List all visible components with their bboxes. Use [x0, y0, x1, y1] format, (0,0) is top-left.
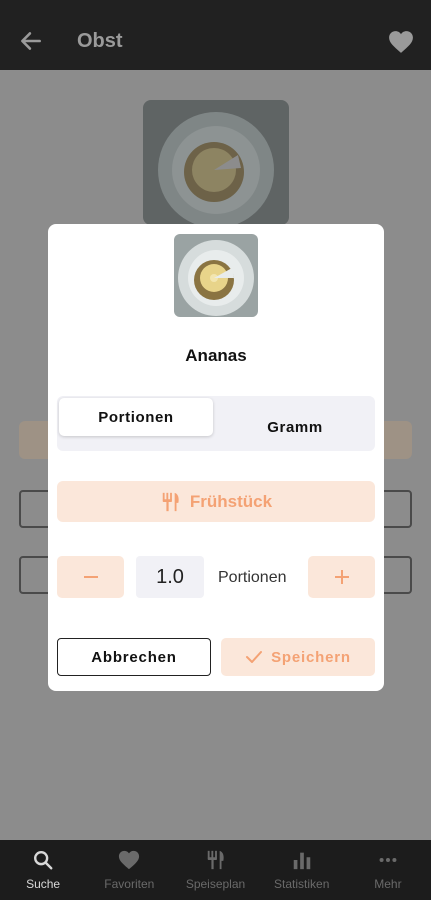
- page-title: Obst: [77, 30, 123, 52]
- unit-segmented-control: Portionen Gramm: [57, 396, 375, 451]
- nav-label: Suche: [26, 877, 61, 891]
- nav-item-statistiken[interactable]: Statistiken: [259, 840, 345, 900]
- heart-icon: [119, 850, 140, 870]
- meal-label: Frühstück: [189, 491, 273, 511]
- cutlery-icon: [207, 850, 224, 870]
- quantity-unit-label: Portionen: [218, 569, 287, 586]
- add-food-dialog: Ananas Portionen Gramm Frühstück 1.0 Por…: [48, 224, 384, 691]
- bar-chart-icon: [293, 852, 310, 870]
- cutlery-icon: [162, 492, 179, 511]
- nav-item-favoriten[interactable]: Favoriten: [86, 840, 172, 900]
- tab-gramm[interactable]: Gramm: [217, 408, 373, 446]
- save-button[interactable]: Speichern: [221, 638, 375, 676]
- more-icon: [379, 857, 397, 863]
- search-icon: [34, 851, 53, 870]
- back-arrow-icon[interactable]: [18, 28, 44, 54]
- save-label: Speichern: [271, 648, 351, 666]
- check-icon: [246, 651, 263, 663]
- nav-label: Mehr: [374, 877, 402, 891]
- quantity-field[interactable]: 1.0: [136, 556, 204, 598]
- nav-label: Favoriten: [104, 877, 155, 891]
- app-bar: Obst: [0, 0, 431, 70]
- tab-portionen[interactable]: Portionen: [59, 398, 213, 436]
- food-thumbnail: [174, 234, 258, 317]
- nav-label: Speiseplan: [185, 877, 246, 891]
- heart-icon[interactable]: [388, 30, 414, 54]
- increase-button[interactable]: [308, 556, 375, 598]
- cancel-button[interactable]: Abbrechen: [57, 638, 211, 676]
- food-image: [143, 100, 289, 225]
- bottom-navigation: Suche Favoriten Speiseplan Statistiken M…: [0, 840, 431, 900]
- nav-item-suche[interactable]: Suche: [0, 840, 86, 900]
- decrease-button[interactable]: [57, 556, 124, 598]
- minus-icon: [83, 576, 98, 578]
- nav-item-mehr[interactable]: Mehr: [345, 840, 431, 900]
- meal-select-button[interactable]: Frühstück: [57, 481, 375, 522]
- dialog-title: Ananas: [185, 346, 247, 365]
- plus-icon: [334, 570, 349, 584]
- nav-label: Statistiken: [274, 877, 330, 891]
- nav-item-speiseplan[interactable]: Speiseplan: [172, 840, 258, 900]
